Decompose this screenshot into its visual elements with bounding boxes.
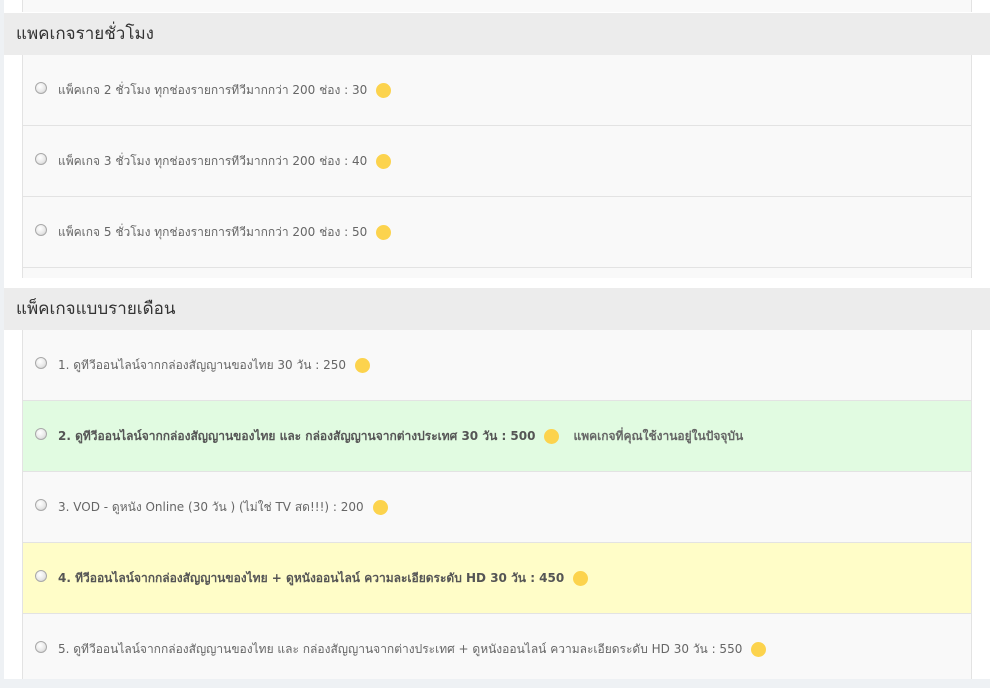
radio-button[interactable]: [35, 569, 47, 582]
monthly-package-option[interactable]: 1. ดูทีวีออนไลน์จากกล่องสัญญานของไทย 30 …: [23, 330, 971, 401]
monthly-package-option-highlighted[interactable]: 4. ทีวีออนไลน์จากกล่องสัญญานของไทย + ดูห…: [23, 543, 971, 614]
monthly-section-title: แพ็คเกจแบบรายเดือน: [4, 288, 990, 330]
hourly-package-option[interactable]: แพ็คเกจ 2 ชั่วโมง ทุกช่องรายการทีวีมากกว…: [23, 55, 971, 126]
section-gap: [23, 268, 971, 278]
package-label: 4. ทีวีออนไลน์จากกล่องสัญญานของไทย + ดูห…: [58, 570, 565, 585]
package-label: แพ็คเกจ 2 ชั่วโมง ทุกช่องรายการทีวีมากกว…: [58, 82, 368, 97]
package-label: 3. VOD - ดูหนัง Online (30 วัน ) (ไม่ใช่…: [58, 499, 364, 514]
monthly-package-option[interactable]: 5. ดูทีวีออนไลน์จากกล่องสัญญานของไทย และ…: [23, 614, 971, 685]
radio-button[interactable]: [35, 640, 47, 653]
coin-icon: [573, 570, 589, 586]
coin-icon: [376, 224, 392, 240]
monthly-package-option-current[interactable]: 2. ดูทีวีออนไลน์จากกล่องสัญญานของไทย และ…: [23, 401, 971, 472]
radio-button[interactable]: [35, 152, 47, 165]
hourly-package-option[interactable]: แพ็คเกจ 5 ชั่วโมง ทุกช่องรายการทีวีมากกว…: [23, 197, 971, 268]
package-label: 5. ดูทีวีออนไลน์จากกล่องสัญญานของไทย และ…: [58, 641, 743, 656]
previous-row-remnant: [22, 0, 972, 12]
monthly-package-option[interactable]: 3. VOD - ดูหนัง Online (30 วัน ) (ไม่ใช่…: [23, 472, 971, 543]
radio-button[interactable]: [35, 427, 47, 440]
coin-icon: [751, 641, 767, 657]
monthly-package-list: 1. ดูทีวีออนไลน์จากกล่องสัญญานของไทย 30 …: [22, 330, 972, 685]
coin-icon: [376, 82, 392, 98]
radio-button[interactable]: [35, 498, 47, 511]
coin-icon: [372, 499, 388, 515]
package-label: แพ็คเกจ 5 ชั่วโมง ทุกช่องรายการทีวีมากกว…: [58, 224, 368, 239]
coin-icon: [355, 357, 371, 373]
hourly-section-title: แพคเกจรายชั่วโมง: [4, 13, 990, 55]
radio-button[interactable]: [35, 356, 47, 369]
package-label: 2. ดูทีวีออนไลน์จากกล่องสัญญานของไทย และ…: [58, 428, 536, 443]
coin-icon: [544, 428, 560, 444]
radio-button[interactable]: [35, 81, 47, 94]
radio-button[interactable]: [35, 223, 47, 236]
package-label: แพ็คเกจ 3 ชั่วโมง ทุกช่องรายการทีวีมากกว…: [58, 153, 368, 168]
hourly-package-option[interactable]: แพ็คเกจ 3 ชั่วโมง ทุกช่องรายการทีวีมากกว…: [23, 126, 971, 197]
coin-icon: [376, 153, 392, 169]
current-package-note: แพคเกจที่คุณใช้งานอยู่ในปัจจุบัน: [573, 428, 744, 443]
hourly-package-list: แพ็คเกจ 2 ชั่วโมง ทุกช่องรายการทีวีมากกว…: [22, 55, 972, 278]
page-bottom-edge: [0, 679, 990, 688]
package-label: 1. ดูทีวีออนไลน์จากกล่องสัญญานของไทย 30 …: [58, 357, 347, 372]
